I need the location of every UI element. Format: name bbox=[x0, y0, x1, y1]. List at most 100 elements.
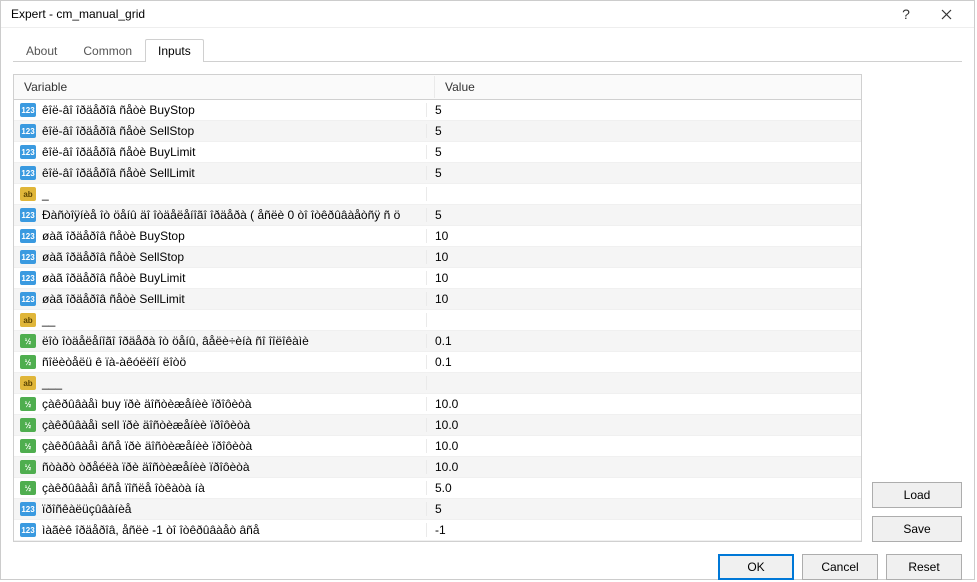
value-cell[interactable]: 10 bbox=[427, 292, 861, 306]
value-cell[interactable]: 10.0 bbox=[427, 439, 861, 453]
variable-cell: 123êîë-âî îðäåðîâ ñåòè SellLimit bbox=[14, 166, 427, 180]
variable-name: çàêðûâàåì sell ïðè äîñòèæåíèè ïðîôèòà bbox=[42, 418, 250, 432]
table-row[interactable]: 123øàã îðäåðîâ ñåòè BuyStop10 bbox=[14, 226, 861, 247]
tab-inputs[interactable]: Inputs bbox=[145, 39, 204, 62]
value-cell[interactable]: 0.1 bbox=[427, 334, 861, 348]
close-icon bbox=[941, 9, 952, 20]
table-row[interactable]: ab___ bbox=[14, 373, 861, 394]
variable-cell: ab___ bbox=[14, 376, 427, 390]
value-cell[interactable]: 5 bbox=[427, 124, 861, 138]
inputs-grid[interactable]: Variable Value 123êîë-âî îðäåðîâ ñåòè Bu… bbox=[13, 74, 862, 542]
reset-button[interactable]: Reset bbox=[886, 554, 962, 580]
table-row[interactable]: ½çàêðûâàåì âñå ïîñëå îòêàòà íà5.0 bbox=[14, 478, 861, 499]
value-cell[interactable]: 10.0 bbox=[427, 397, 861, 411]
double-type-icon: ½ bbox=[20, 418, 36, 432]
int-type-icon: 123 bbox=[20, 502, 36, 516]
dialog-footer: OK Cancel Reset bbox=[13, 554, 962, 580]
string-type-icon: ab bbox=[20, 187, 36, 201]
table-row[interactable]: ½ëîò îòäåëåíîãî îðäåðà îò öåíû, âåëè÷èíà… bbox=[14, 331, 861, 352]
load-button[interactable]: Load bbox=[872, 482, 962, 508]
grid-body: 123êîë-âî îðäåðîâ ñåòè BuyStop5123êîë-âî… bbox=[14, 100, 861, 541]
variable-cell: ab__ bbox=[14, 313, 427, 327]
tab-common[interactable]: Common bbox=[70, 39, 145, 62]
variable-name: Ðàñòîÿíèå îò öåíû äî îòäåëåíîãî îðäåðà (… bbox=[42, 208, 400, 222]
table-row[interactable]: 123 êîë-âî îðäåðîâ ñåòè BuyStop 5 bbox=[14, 100, 861, 121]
table-row[interactable]: ½ çàêðûâàåì sell ïðè äîñòèæåíèè ïðîôèòà 10… bbox=[14, 415, 861, 436]
value-cell[interactable]: 5 bbox=[427, 166, 861, 180]
double-type-icon: ½ bbox=[20, 355, 36, 369]
variable-name: êîë-âî îðäåðîâ ñåòè BuyStop bbox=[42, 103, 195, 117]
close-button[interactable] bbox=[926, 1, 966, 27]
value-cell[interactable]: -1 bbox=[427, 523, 861, 537]
value-cell[interactable]: 5 bbox=[427, 502, 861, 516]
help-button[interactable]: ? bbox=[886, 1, 926, 27]
table-row[interactable]: 123øàã îðäåðîâ ñåòè BuyLimit10 bbox=[14, 268, 861, 289]
table-row[interactable]: ab__ bbox=[14, 310, 861, 331]
variable-cell: ½ ñîëèòåëü ê ïà-àêóëëîí ëîòö bbox=[14, 355, 427, 369]
table-row[interactable]: ½ çàêðûâàåì buy ïðè äîñòèæåíèè ïðîôèòà 10.… bbox=[14, 394, 861, 415]
save-button[interactable]: Save bbox=[872, 516, 962, 542]
inputs-content: Variable Value 123êîë-âî îðäåðîâ ñåòè Bu… bbox=[13, 74, 962, 542]
table-row[interactable]: ½ñòàðò òðåéëà ïðè äîñòèæåíèè ïðîôèòà10.0 bbox=[14, 457, 861, 478]
table-row[interactable]: 123êîë-âî îðäåðîâ ñåòè SellStop5 bbox=[14, 121, 861, 142]
double-type-icon: ½ bbox=[20, 334, 36, 348]
cancel-button[interactable]: Cancel bbox=[802, 554, 878, 580]
variable-cell: 123 êîë-âî îðäåðîâ ñåòè BuyStop bbox=[14, 103, 427, 117]
value-cell[interactable]: 10 bbox=[427, 250, 861, 264]
variable-name: øàã îðäåðîâ ñåòè BuyStop bbox=[42, 229, 185, 243]
table-row[interactable]: ½çàêðûâàåì âñå ïðè äîñòèæåíèè ïðîôèòà10.… bbox=[14, 436, 861, 457]
table-row[interactable]: 123 ìàãèê îðäåðîâ, åñëè -1 òî îòêðûâàåò â… bbox=[14, 520, 861, 541]
variable-cell: 123êîë-âî îðäåðîâ ñåòè BuyLimit bbox=[14, 145, 427, 159]
table-row[interactable]: 123êîë-âî îðäåðîâ ñåòè BuyLimit5 bbox=[14, 142, 861, 163]
table-row[interactable]: 123øàã îðäåðîâ ñåòè SellLimit10 bbox=[14, 289, 861, 310]
variable-name: ïðîñêàëüçûâàíèå bbox=[42, 502, 131, 516]
tab-strip: About Common Inputs bbox=[13, 38, 962, 62]
double-type-icon: ½ bbox=[20, 397, 36, 411]
table-row[interactable]: 123 ïðîñêàëüçûâàíèå 5 bbox=[14, 499, 861, 520]
variable-name: çàêðûâàåì âñå ïîñëå îòêàòà íà bbox=[42, 481, 205, 495]
variable-cell: 123 ïðîñêàëüçûâàíèå bbox=[14, 502, 427, 516]
int-type-icon: 123 bbox=[20, 103, 36, 117]
ok-button[interactable]: OK bbox=[718, 554, 794, 580]
variable-name: êîë-âî îðäåðîâ ñåòè SellStop bbox=[42, 124, 194, 138]
variable-name: çàêðûâàåì buy ïðè äîñòèæåíèè ïðîôèòà bbox=[42, 397, 252, 411]
value-cell[interactable]: 0.1 bbox=[427, 355, 861, 369]
table-row[interactable]: ab_ bbox=[14, 184, 861, 205]
window-title: Expert - cm_manual_grid bbox=[11, 7, 886, 21]
variable-cell: ½ñòàðò òðåéëà ïðè äîñòèæåíèè ïðîôèòà bbox=[14, 460, 427, 474]
variable-name: ñîëèòåëü ê ïà-àêóëëîí ëîòö bbox=[42, 355, 186, 369]
variable-cell: ½çàêðûâàåì âñå ïîñëå îòêàòà íà bbox=[14, 481, 427, 495]
value-cell[interactable]: 5 bbox=[427, 208, 861, 222]
value-cell[interactable]: 10.0 bbox=[427, 460, 861, 474]
client-area: About Common Inputs Variable Value 123êî… bbox=[1, 28, 974, 582]
column-header-value[interactable]: Value bbox=[435, 76, 861, 98]
variable-name: ìàãèê îðäåðîâ, åñëè -1 òî îòêðûâàåò âñå bbox=[42, 523, 260, 537]
tab-about[interactable]: About bbox=[13, 39, 70, 62]
string-type-icon: ab bbox=[20, 313, 36, 327]
variable-cell: 123êîë-âî îðäåðîâ ñåòè SellStop bbox=[14, 124, 427, 138]
variable-cell: ab_ bbox=[14, 187, 427, 201]
table-row[interactable]: ½ ñîëèòåëü ê ïà-àêóëëîí ëîòö 0.1 bbox=[14, 352, 861, 373]
variable-cell: ½çàêðûâàåì âñå ïðè äîñòèæåíèè ïðîôèòà bbox=[14, 439, 427, 453]
titlebar: Expert - cm_manual_grid ? bbox=[1, 1, 974, 28]
variable-cell: 123øàã îðäåðîâ ñåòè SellStop bbox=[14, 250, 427, 264]
variable-cell: ½ëîò îòäåëåíîãî îðäåðà îò öåíû, âåëè÷èíà… bbox=[14, 334, 427, 348]
int-type-icon: 123 bbox=[20, 271, 36, 285]
int-type-icon: 123 bbox=[20, 523, 36, 537]
variable-cell: 123Ðàñòîÿíèå îò öåíû äî îòäåëåíîãî îðäåð… bbox=[14, 208, 427, 222]
table-row[interactable]: 123Ðàñòîÿíèå îò öåíû äî îòäåëåíîãî îðäåð… bbox=[14, 205, 861, 226]
double-type-icon: ½ bbox=[20, 439, 36, 453]
value-cell[interactable]: 10 bbox=[427, 271, 861, 285]
value-cell[interactable]: 10 bbox=[427, 229, 861, 243]
variable-name: øàã îðäåðîâ ñåòè SellLimit bbox=[42, 292, 185, 306]
value-cell[interactable]: 5 bbox=[427, 145, 861, 159]
variable-cell: 123øàã îðäåðîâ ñåòè BuyLimit bbox=[14, 271, 427, 285]
column-header-variable[interactable]: Variable bbox=[14, 76, 435, 98]
value-cell[interactable]: 5.0 bbox=[427, 481, 861, 495]
table-row[interactable]: 123êîë-âî îðäåðîâ ñåòè SellLimit5 bbox=[14, 163, 861, 184]
table-row[interactable]: 123øàã îðäåðîâ ñåòè SellStop10 bbox=[14, 247, 861, 268]
variable-name: êîë-âî îðäåðîâ ñåòè BuyLimit bbox=[42, 145, 195, 159]
value-cell[interactable]: 10.0 bbox=[427, 418, 861, 432]
value-cell[interactable]: 5 bbox=[427, 103, 861, 117]
variable-name: øàã îðäåðîâ ñåòè SellStop bbox=[42, 250, 184, 264]
